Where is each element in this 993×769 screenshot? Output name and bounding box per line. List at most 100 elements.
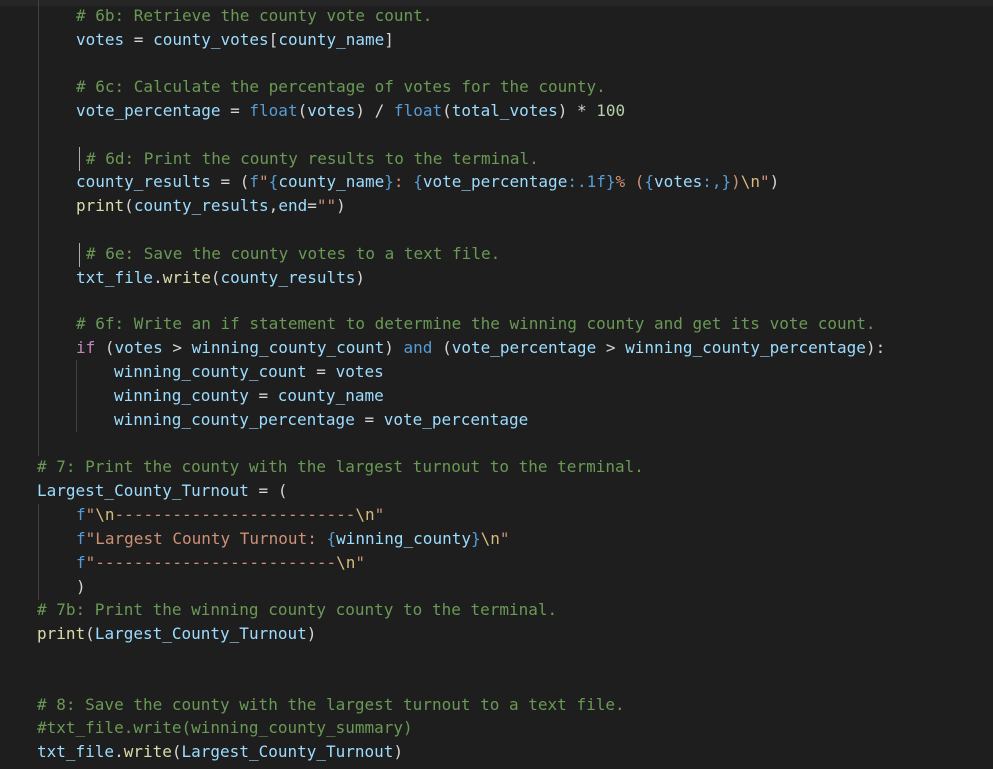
code-token: vote_percentage xyxy=(384,410,529,429)
code-token: county_name xyxy=(278,172,384,191)
code-token: ( xyxy=(124,196,134,215)
code-token: " xyxy=(760,172,770,191)
code-token: winning_county_count xyxy=(192,338,385,357)
code-token: ( xyxy=(442,101,452,120)
code-line[interactable]: if (votes > winning_county_count) and (v… xyxy=(76,336,885,360)
code-token: # 6f: Write an if statement to determine… xyxy=(76,314,876,333)
code-line[interactable]: vote_percentage = float(votes) / float(t… xyxy=(76,99,625,123)
code-token: = ( xyxy=(249,481,288,500)
code-line[interactable]: Largest_County_Turnout = ( xyxy=(37,479,287,503)
code-token: # 6c: Calculate the percentage of votes … xyxy=(76,77,606,96)
code-editor[interactable]: # 6b: Retrieve the county vote count. vot… xyxy=(0,0,993,769)
code-line[interactable]: # 7b: Print the winning county county to… xyxy=(37,598,557,622)
code-line[interactable]: # 6c: Calculate the percentage of votes … xyxy=(76,75,606,99)
code-token: Largest_County_Turnout xyxy=(95,624,307,643)
code-token: ) xyxy=(76,577,86,596)
code-line[interactable]: # 6f: Write an if statement to determine… xyxy=(76,312,876,336)
code-token: = xyxy=(355,410,384,429)
code-token: \n xyxy=(95,505,114,524)
code-token: ): xyxy=(866,338,885,357)
code-token: ) xyxy=(307,624,317,643)
code-token: { xyxy=(644,172,654,191)
code-token: winning_county xyxy=(336,529,471,548)
code-token: Largest_County_Turnout xyxy=(37,481,249,500)
code-line[interactable]: winning_county_percentage = vote_percent… xyxy=(114,408,528,432)
code-token: ( xyxy=(95,338,114,357)
code-line[interactable]: txt_file.write(county_results) xyxy=(76,266,365,290)
code-line[interactable]: # 8: Save the county with the largest tu… xyxy=(37,693,625,717)
code-token: { xyxy=(413,172,423,191)
code-line[interactable]: # 6b: Retrieve the county vote count. xyxy=(76,4,432,28)
indent-guide xyxy=(38,504,39,600)
code-token: vote_percentage xyxy=(423,172,568,191)
code-token: ) xyxy=(384,338,403,357)
code-token: ( xyxy=(211,268,221,287)
code-token: votes xyxy=(76,30,124,49)
code-token: ( xyxy=(172,742,182,761)
code-token: } xyxy=(384,172,394,191)
indent-guide xyxy=(38,0,39,456)
code-token: txt_file xyxy=(37,742,114,761)
code-token: ( xyxy=(432,338,451,357)
code-token: txt_file xyxy=(76,268,153,287)
code-token: [ xyxy=(269,30,279,49)
code-token: " xyxy=(375,505,385,524)
code-token: " xyxy=(500,529,510,548)
code-line[interactable]: f"-------------------------\n" xyxy=(76,551,365,575)
text-cursor xyxy=(79,243,80,267)
code-token: " xyxy=(86,505,96,524)
code-token: winning_county_percentage xyxy=(625,338,866,357)
code-token: # 6b: Retrieve the county vote count. xyxy=(76,6,432,25)
code-token: 100 xyxy=(596,101,625,120)
code-token: county_results xyxy=(221,268,356,287)
code-token: f xyxy=(76,505,86,524)
code-token: county_results xyxy=(76,172,211,191)
code-line[interactable]: # 7: Print the county with the largest t… xyxy=(37,455,644,479)
code-line[interactable]: f"Largest County Turnout: {winning_count… xyxy=(76,527,510,551)
code-line[interactable]: f"\n-------------------------\n" xyxy=(76,503,384,527)
code-token: = xyxy=(307,196,317,215)
code-token: f xyxy=(249,172,259,191)
code-token: # 6d: Print the county results to the te… xyxy=(86,149,539,168)
code-line[interactable]: # 6e: Save the county votes to a text fi… xyxy=(86,242,500,266)
code-token: } xyxy=(471,529,481,548)
code-token: > xyxy=(163,338,192,357)
code-token: vote_percentage xyxy=(76,101,221,120)
code-line[interactable]: ) xyxy=(76,575,86,599)
code-token: and xyxy=(404,338,433,357)
code-token: = xyxy=(221,101,250,120)
code-token: ) / xyxy=(355,101,394,120)
code-token: winning_county_percentage xyxy=(114,410,355,429)
code-token: winning_county xyxy=(114,386,249,405)
code-line[interactable]: print(Largest_County_Turnout) xyxy=(37,622,316,646)
code-token: print xyxy=(37,624,85,643)
code-token: \n xyxy=(741,172,760,191)
code-token: "------------------------- xyxy=(86,553,336,572)
code-token: county_votes xyxy=(153,30,269,49)
code-token: ) xyxy=(393,742,403,761)
code-line[interactable]: winning_county_count = votes xyxy=(114,360,384,384)
code-token: { xyxy=(269,172,279,191)
code-line[interactable]: #txt_file.write(winning_county_summary) xyxy=(37,716,413,740)
code-line[interactable]: winning_county = county_name xyxy=(114,384,384,408)
code-token: ) xyxy=(336,196,346,215)
code-token: % ( xyxy=(616,172,645,191)
code-token: "Largest County Turnout: xyxy=(86,529,327,548)
code-token: f xyxy=(76,529,86,548)
code-line[interactable]: votes = county_votes[county_name] xyxy=(76,28,394,52)
code-token: county_name xyxy=(278,386,384,405)
code-token: float xyxy=(249,101,297,120)
code-line[interactable]: txt_file.write(Largest_County_Turnout) xyxy=(37,740,403,764)
code-token: float xyxy=(394,101,442,120)
code-token: , xyxy=(269,196,279,215)
code-token: \n xyxy=(481,529,500,548)
code-token: # 6e: Save the county votes to a text fi… xyxy=(86,244,500,263)
text-cursor xyxy=(79,147,80,171)
code-token: :,} xyxy=(702,172,731,191)
code-line[interactable]: # 6d: Print the county results to the te… xyxy=(86,147,539,171)
code-token: if xyxy=(76,338,95,357)
code-line[interactable]: print(county_results,end="") xyxy=(76,194,346,218)
code-token: votes xyxy=(336,362,384,381)
code-line[interactable]: county_results = (f"{county_name}: {vote… xyxy=(76,170,779,194)
code-token: " xyxy=(259,172,269,191)
